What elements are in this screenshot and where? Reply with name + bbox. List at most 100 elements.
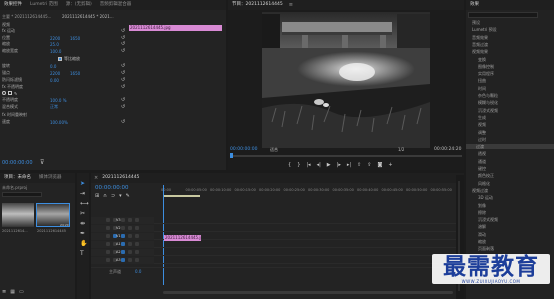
export-frame-icon[interactable]: ◙ (377, 162, 382, 168)
effects-tree-item[interactable]: 缩放 (468, 239, 486, 244)
effects-tree-item[interactable]: 调整 (468, 130, 486, 135)
lock-icon[interactable] (106, 250, 110, 254)
effects-tree-item[interactable]: 时间 (468, 86, 486, 91)
pen-tool-icon[interactable]: ✒ (80, 231, 89, 237)
effects-tree-item[interactable]: 划像 (468, 203, 486, 208)
timeline-timecode[interactable]: 00:00:00:00 (95, 185, 129, 191)
effects-tree-item[interactable]: 滑动 (468, 232, 486, 237)
mark-in-icon[interactable]: { (288, 162, 291, 168)
rect-mask-icon[interactable] (8, 91, 12, 95)
effects-tree-item[interactable]: 透视 (468, 151, 486, 156)
reset-icon[interactable]: ↺ (121, 63, 125, 69)
timeline-track[interactable]: A2 (91, 249, 464, 256)
effects-tree-item[interactable]: 生成 (468, 115, 486, 120)
mute-icon[interactable] (135, 258, 139, 262)
timeline-ruler[interactable]: 00:00 00:00:05:00 00:00:10:00 00:00:15:00 00… (161, 187, 461, 195)
linked-selection-icon[interactable]: ⊃ (111, 193, 115, 199)
toggle-output-icon[interactable] (128, 218, 132, 222)
effects-tree-item[interactable]: 溶解 (468, 224, 486, 229)
toggle-output-icon[interactable] (128, 250, 132, 254)
reset-icon[interactable]: ↺ (121, 77, 125, 83)
effects-tree-item[interactable]: 风格化 (468, 181, 490, 186)
selection-tool-icon[interactable]: ➤ (80, 181, 89, 187)
ec-row-motion[interactable]: fx 运动 ↺ (2, 28, 125, 34)
close-icon[interactable]: × (91, 175, 98, 181)
track-target-icon[interactable] (121, 258, 125, 262)
ec-clip-bar[interactable]: 2021112614445.jpg (129, 25, 222, 31)
extract-icon[interactable]: ⇪ (367, 162, 371, 168)
step-back-icon[interactable]: ◂| (317, 162, 321, 168)
effects-tree-item[interactable]: 音频效果 (468, 35, 488, 40)
anchor-x-value[interactable]: 2200 (50, 71, 60, 76)
slip-tool-icon[interactable]: ⇹ (80, 221, 89, 227)
reset-icon[interactable]: ↺ (121, 41, 125, 47)
pen-mask-icon[interactable]: ✎ (14, 91, 17, 96)
project-item-thumb[interactable] (2, 203, 34, 227)
ec-timecode[interactable]: 00:00:00:00 (2, 160, 33, 166)
tab-project[interactable]: 项目：未命名 (0, 173, 35, 183)
rotation-value[interactable]: 0.0 (50, 64, 56, 69)
add-marker-icon[interactable]: ▾ (119, 193, 122, 199)
go-to-out-icon[interactable]: ▸| (347, 162, 351, 168)
type-tool-icon[interactable]: T (80, 251, 89, 257)
timeline-clip[interactable]: 2021112614445.jpg (164, 235, 201, 241)
reset-icon[interactable]: ↺ (121, 28, 125, 34)
snap-icon[interactable]: ∩ (103, 193, 107, 199)
tab-effect-controls[interactable]: 效果控件 (0, 0, 26, 10)
reset-icon[interactable]: ↺ (121, 97, 125, 103)
toggle-output-icon[interactable] (128, 258, 132, 262)
effects-tree-item[interactable]: 沉浸式视频 (468, 108, 498, 113)
scale-width-value[interactable]: 100.0 (50, 49, 61, 54)
anti-flicker-value[interactable]: 0.00 (50, 78, 59, 83)
lock-icon[interactable] (106, 234, 110, 238)
effects-tree-item[interactable]: 音频过渡 (468, 42, 488, 47)
toggle-output-icon[interactable] (128, 242, 132, 246)
hand-tool-icon[interactable]: ✋ (80, 241, 89, 247)
effects-tree-item[interactable]: 通道 (468, 159, 486, 164)
scale-value[interactable]: 25.0 (50, 42, 59, 47)
anchor-y-value[interactable]: 1650 (70, 71, 80, 76)
list-view-icon[interactable]: ≣ (2, 289, 6, 295)
razor-tool-icon[interactable]: ✂ (80, 211, 89, 217)
position-y-value[interactable]: 1650 (70, 36, 80, 41)
track-target-icon[interactable] (121, 250, 125, 254)
timeline-track[interactable]: V2 (91, 225, 464, 232)
effects-tree-item[interactable]: 模糊与锐化 (468, 100, 498, 105)
timeline-track[interactable]: V3 (91, 217, 464, 224)
ec-row-time-remap[interactable]: fx 时间重映射 (2, 112, 27, 118)
new-bin-icon[interactable]: ▭ (19, 289, 24, 295)
tab-lumetri-scopes[interactable]: Lumetri 范围 (26, 0, 62, 10)
settings-icon[interactable]: ✎ (126, 193, 130, 199)
go-to-in-icon[interactable]: |◂ (306, 162, 310, 168)
effects-tree-item[interactable]: 沉浸式视频 (468, 217, 498, 222)
track-select-icon[interactable]: ⇥ (80, 191, 89, 197)
program-title[interactable]: 节目：2021112614445 (228, 0, 287, 10)
menu-icon[interactable]: ≡ (289, 2, 293, 8)
effects-tree-item[interactable]: 擦除 (468, 210, 486, 215)
effects-tree-item[interactable]: 视频过渡 (468, 188, 488, 193)
effects-tree-item[interactable]: 预设 (468, 20, 480, 25)
program-timecode-left[interactable]: 00:00:00:00 (230, 147, 257, 152)
toggle-output-icon[interactable] (128, 226, 132, 230)
track-target-icon[interactable] (121, 226, 125, 230)
add-button-icon[interactable]: + (388, 162, 392, 168)
effects-tree-item[interactable]: 视频 (468, 122, 486, 127)
opacity-value[interactable]: 100.0 % (50, 98, 67, 103)
icon-view-icon[interactable]: ▦ (10, 289, 15, 295)
effects-tree-item[interactable]: 杂色与颗粒 (468, 93, 498, 98)
effects-title[interactable]: 效果 (466, 0, 483, 10)
speed-value[interactable]: 100.00% (50, 120, 68, 125)
tab-media-browser[interactable]: 媒体浏览器 (35, 173, 66, 183)
effects-tree-item[interactable]: 变换 (468, 57, 486, 62)
toggle-output-icon[interactable] (128, 234, 132, 238)
track-target-icon[interactable] (121, 218, 125, 222)
master-volume-value[interactable]: 0.0 (135, 269, 141, 274)
timeline-track[interactable]: V1 (91, 233, 464, 240)
mute-icon[interactable] (135, 242, 139, 246)
mute-icon[interactable] (135, 234, 139, 238)
program-scrubber[interactable] (230, 155, 462, 157)
tab-audio-clip-mixer[interactable]: 音频剪辑混合器 (96, 0, 136, 10)
effects-tree-item[interactable]: Lumetri 预设 (468, 27, 497, 32)
reset-icon[interactable]: ↺ (121, 48, 125, 54)
effects-tree-item[interactable]: 过时 (468, 137, 486, 142)
